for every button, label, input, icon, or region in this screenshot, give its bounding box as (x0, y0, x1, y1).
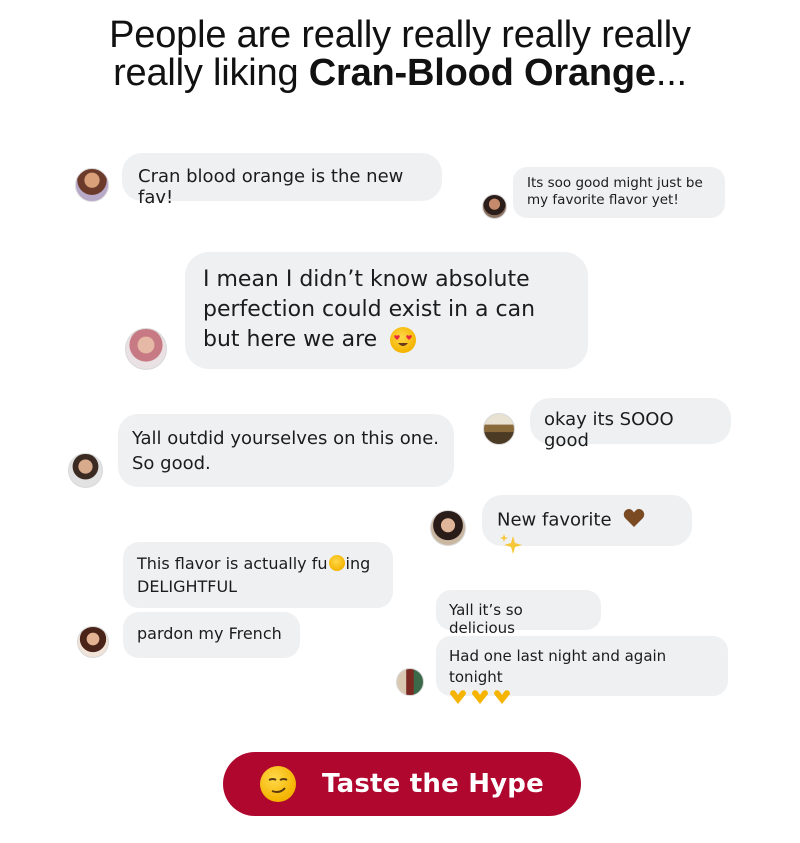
message-text: Its soo good might just be my favorite f… (527, 175, 703, 208)
headline-line-2: really liking Cran-Blood Orange... (113, 52, 687, 94)
message-bubble: okay its SOOO good (530, 398, 731, 451)
flavor-name: Cran-Blood Orange (308, 52, 656, 94)
taste-the-hype-button[interactable]: Taste the Hype (223, 752, 581, 816)
heart-hands-icon (449, 688, 515, 712)
avatar (77, 626, 109, 658)
message-bubble: Yall it’s so delicious (436, 590, 601, 637)
smirk-emoji-icon (328, 555, 345, 571)
message-bubble: Its soo good might just be my favorite f… (513, 167, 725, 218)
message-text: pardon my French (137, 624, 282, 643)
avatar (482, 194, 507, 219)
message-text: New favorite (497, 509, 612, 531)
brown-heart-icon (623, 508, 645, 533)
message-text: Yall it’s so delicious (449, 601, 523, 637)
avatar (483, 413, 515, 445)
message-text: I mean I didn’t know absolute perfection… (203, 267, 536, 352)
avatar (430, 510, 466, 546)
message-text: Cran blood orange is the new fav! (138, 166, 404, 208)
smirk-emoji-icon (260, 766, 297, 802)
cta-label: Taste the Hype (322, 769, 544, 799)
headline-line-1: People are really really really really (109, 14, 691, 56)
avatar (68, 453, 103, 488)
message-bubble: Had one last night and again tonight (436, 636, 728, 704)
avatar (396, 668, 424, 696)
message-bubble: I mean I didn’t know absolute perfection… (185, 252, 588, 369)
avatar (125, 328, 167, 370)
message-bubble: New favorite (482, 495, 692, 554)
message-bubble: pardon my French (123, 612, 300, 658)
heart-eyes-emoji-icon (390, 327, 417, 353)
message-text: okay its SOOO good (544, 409, 674, 451)
message-bubble: Cran blood orange is the new fav! (122, 153, 442, 208)
message-bubble: Yall outdid yourselves on this one. So g… (118, 414, 454, 487)
message-bubble: This flavor is actually fu ing DELIGHTFUL (123, 542, 393, 608)
sparkles-icon (499, 533, 523, 562)
avatar (75, 168, 109, 202)
message-text-line-2: DELIGHTFUL (137, 577, 238, 596)
message-text: Yall outdid yourselves on this one. So g… (132, 428, 440, 474)
headline: People are really really really really r… (0, 16, 800, 92)
message-text: This flavor is actually fu (137, 554, 328, 573)
message-text: Had one last night and again tonight (449, 647, 667, 686)
message-text-end: ing (345, 554, 371, 573)
